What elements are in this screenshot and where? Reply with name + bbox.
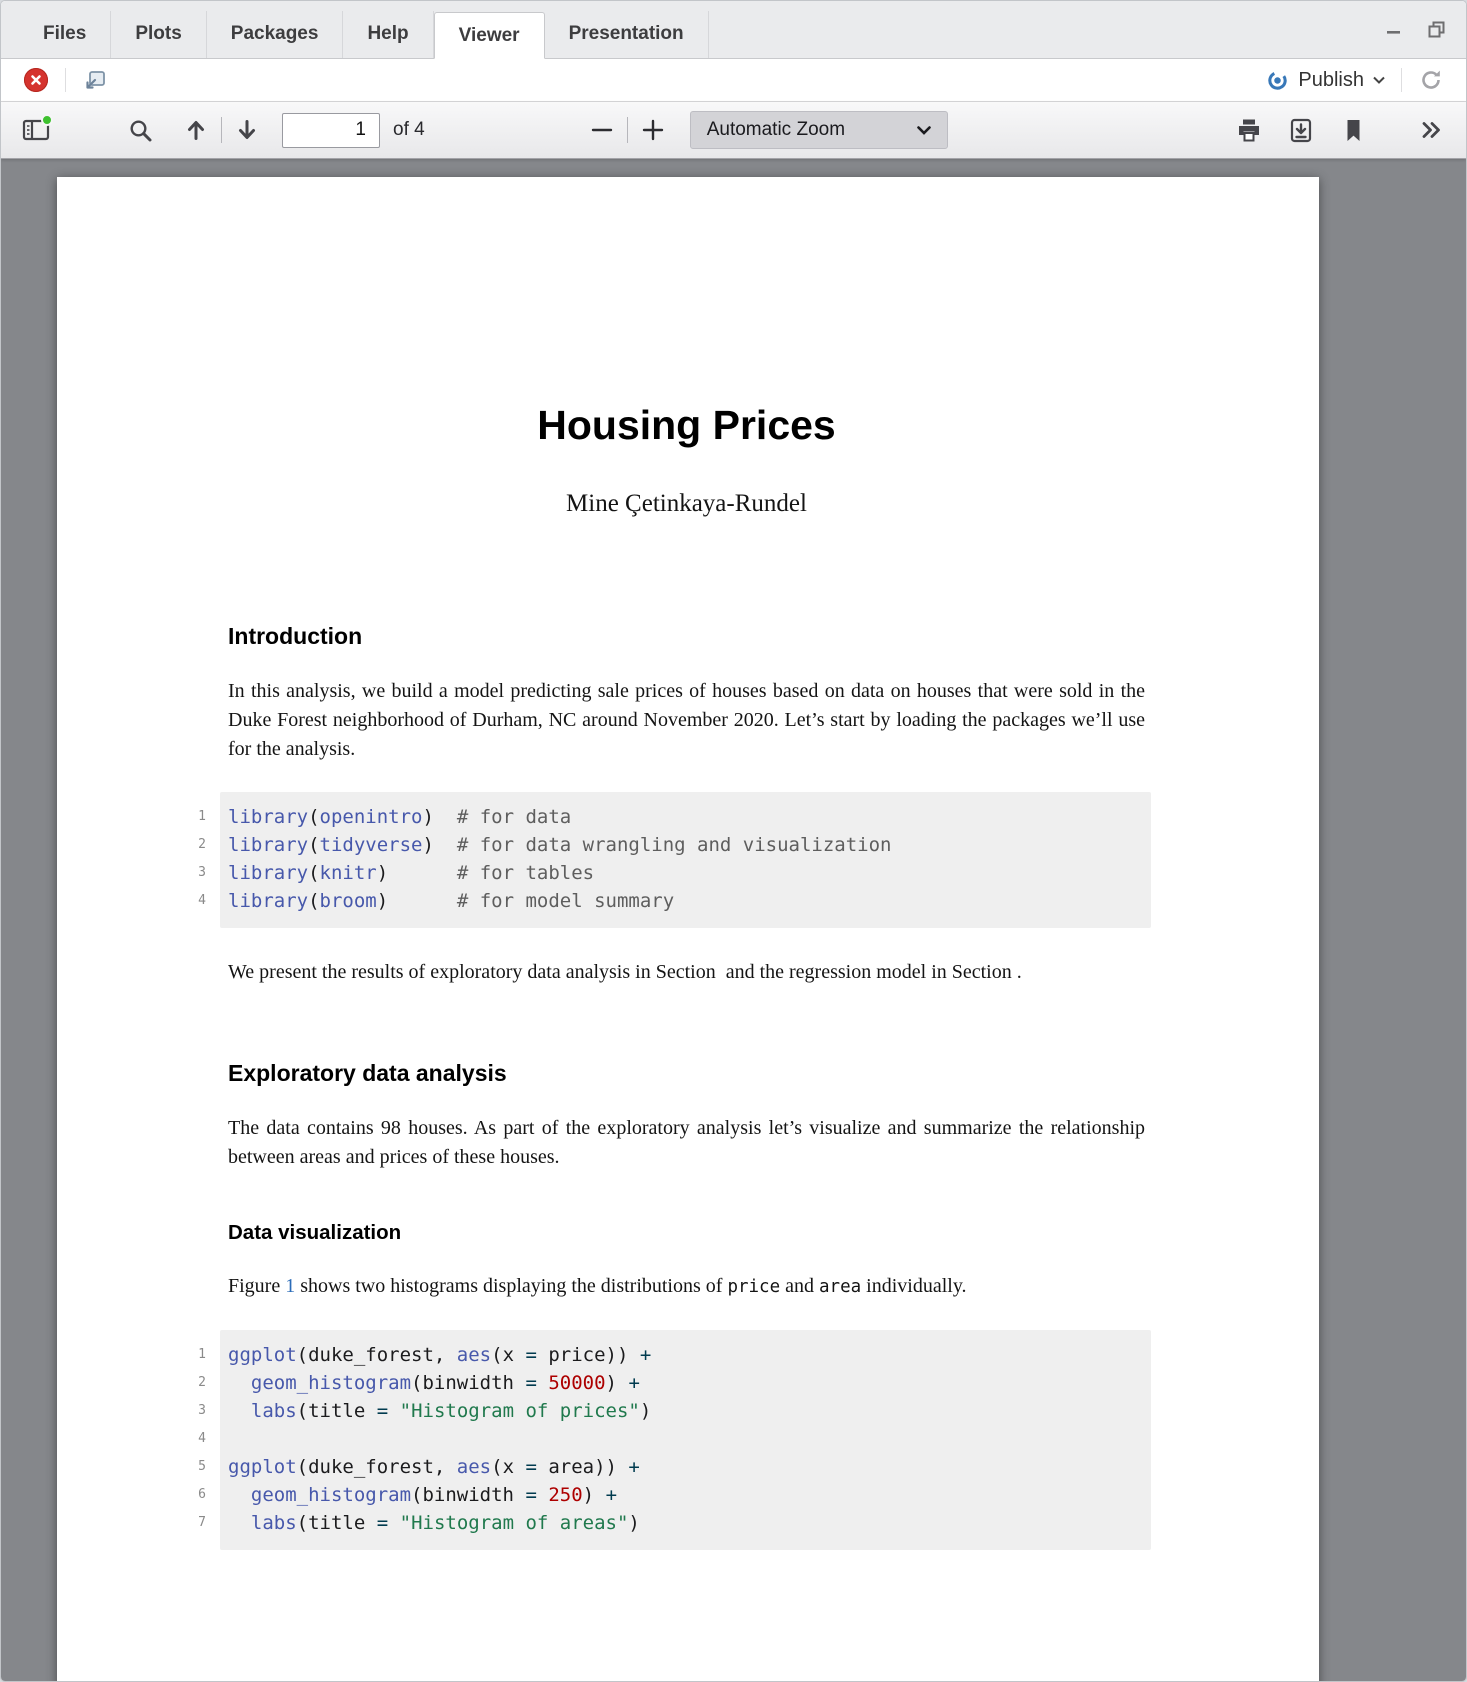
code-line: 7 labs(title = "Histogram of areas") bbox=[228, 1509, 1145, 1537]
up-arrow-icon bbox=[184, 118, 208, 142]
document-title: Housing Prices bbox=[228, 403, 1145, 448]
code-line: 3 labs(title = "Histogram of prices") bbox=[228, 1397, 1145, 1425]
publish-icon bbox=[1266, 69, 1289, 92]
section-heading: Exploratory data analysis bbox=[228, 1060, 1145, 1087]
maximize-button[interactable] bbox=[1424, 17, 1448, 41]
close-icon bbox=[24, 68, 48, 92]
sidebar-toggle-button[interactable] bbox=[17, 111, 55, 149]
publish-caret-icon bbox=[1373, 76, 1385, 84]
code-line: 4library(broom) # for model summary bbox=[228, 887, 1145, 915]
print-icon bbox=[1236, 118, 1262, 142]
paragraph: In this analysis, we build a model predi… bbox=[228, 677, 1145, 764]
subsection-heading: Data visualization bbox=[228, 1221, 1145, 1245]
paragraph: We present the results of exploratory da… bbox=[228, 958, 1145, 987]
toolbar-separator bbox=[65, 68, 66, 92]
code-block: 1library(openintro) # for data2library(t… bbox=[220, 792, 1151, 928]
bookmark-button[interactable] bbox=[1334, 111, 1372, 149]
code-line: 4 bbox=[228, 1425, 1145, 1453]
plus-icon bbox=[641, 118, 665, 142]
inline-code: price bbox=[727, 1277, 780, 1297]
next-page-button[interactable] bbox=[228, 111, 266, 149]
tab-presentation[interactable]: Presentation bbox=[545, 11, 709, 58]
pdf-toolbar-right bbox=[1230, 111, 1450, 149]
code-line-number: 3 bbox=[176, 1397, 206, 1425]
code-line-number: 2 bbox=[176, 1369, 206, 1397]
zoom-out-button[interactable] bbox=[583, 111, 621, 149]
down-arrow-icon bbox=[235, 118, 259, 142]
paragraph: The data contains 98 houses. As part of … bbox=[228, 1114, 1145, 1172]
window-controls bbox=[1382, 17, 1448, 41]
popout-button[interactable] bbox=[76, 61, 114, 99]
tab-files[interactable]: Files bbox=[19, 11, 111, 58]
toolbar-divider bbox=[221, 117, 222, 143]
section-heading: Introduction bbox=[228, 623, 1145, 650]
pane-tabs: FilesPlotsPackagesHelpViewerPresentation bbox=[19, 11, 709, 58]
find-button[interactable] bbox=[121, 111, 159, 149]
bookmark-icon bbox=[1344, 118, 1363, 143]
pdf-toolbar: of 4 Automatic Zoom bbox=[1, 102, 1466, 159]
page-count-label: of 4 bbox=[393, 119, 425, 141]
minimize-button[interactable] bbox=[1382, 17, 1406, 41]
rstudio-viewer-pane: FilesPlotsPackagesHelpViewerPresentation bbox=[0, 0, 1467, 1682]
viewer-toolbar: Publish bbox=[1, 59, 1466, 102]
code-line-number: 5 bbox=[176, 1453, 206, 1481]
zoom-level-select[interactable]: Automatic Zoom bbox=[690, 111, 948, 149]
code-line: 2 geom_histogram(binwidth = 50000) + bbox=[228, 1369, 1145, 1397]
tab-viewer[interactable]: Viewer bbox=[434, 12, 545, 59]
code-line: 2library(tidyverse) # for data wrangling… bbox=[228, 831, 1145, 859]
code-line: 1library(openintro) # for data bbox=[228, 803, 1145, 831]
code-line: 1ggplot(duke_forest, aes(x = price)) + bbox=[228, 1341, 1145, 1369]
tab-packages[interactable]: Packages bbox=[207, 11, 344, 58]
page-number-input[interactable] bbox=[282, 113, 380, 148]
maximize-icon bbox=[1426, 19, 1447, 40]
print-button[interactable] bbox=[1230, 111, 1268, 149]
tab-plots[interactable]: Plots bbox=[111, 11, 206, 58]
refresh-icon bbox=[1419, 68, 1443, 92]
toolbar-separator bbox=[1401, 68, 1402, 92]
zoom-in-button[interactable] bbox=[634, 111, 672, 149]
inline-code: area bbox=[819, 1277, 861, 1297]
paragraph: Figure 1 shows two histograms displaying… bbox=[228, 1272, 1145, 1302]
code-line-number: 3 bbox=[176, 859, 206, 887]
tab-help[interactable]: Help bbox=[343, 11, 433, 58]
code-line: 3library(knitr) # for tables bbox=[228, 859, 1145, 887]
download-button[interactable] bbox=[1282, 111, 1320, 149]
more-tools-button[interactable] bbox=[1412, 111, 1450, 149]
code-line-number: 7 bbox=[176, 1509, 206, 1537]
zoom-level-value: Automatic Zoom bbox=[707, 119, 845, 141]
popout-window-icon bbox=[83, 69, 107, 91]
viewer-toolbar-right: Publish bbox=[1260, 61, 1450, 99]
download-icon bbox=[1289, 118, 1313, 143]
clear-viewer-button[interactable] bbox=[17, 61, 55, 99]
code-line-number: 1 bbox=[176, 803, 206, 831]
code-line: 5ggplot(duke_forest, aes(x = area)) + bbox=[228, 1453, 1145, 1481]
code-line: 6 geom_histogram(binwidth = 250) + bbox=[228, 1481, 1145, 1509]
chevron-down-icon bbox=[917, 126, 931, 135]
refresh-button[interactable] bbox=[1412, 61, 1450, 99]
document-author: Mine Çetinkaya-Rundel bbox=[228, 490, 1145, 518]
publish-label: Publish bbox=[1298, 69, 1364, 92]
pdf-scroll-area[interactable]: Housing Prices Mine Çetinkaya-Rundel Intro… bbox=[1, 159, 1466, 1681]
toolbar-divider bbox=[627, 117, 628, 143]
minimize-icon bbox=[1384, 19, 1404, 39]
figure-ref-link[interactable]: 1 bbox=[285, 1275, 295, 1297]
pane-tabbar: FilesPlotsPackagesHelpViewerPresentation bbox=[1, 1, 1466, 59]
minus-icon bbox=[590, 118, 614, 142]
code-block: 1ggplot(duke_forest, aes(x = price)) +2 … bbox=[220, 1330, 1151, 1550]
code-line-number: 1 bbox=[176, 1341, 206, 1369]
code-line-number: 6 bbox=[176, 1481, 206, 1509]
pdf-page: Housing Prices Mine Çetinkaya-Rundel Intro… bbox=[57, 177, 1319, 1681]
search-icon bbox=[128, 118, 153, 143]
double-chevron-icon bbox=[1419, 119, 1443, 141]
code-line-number: 2 bbox=[176, 831, 206, 859]
previous-page-button[interactable] bbox=[177, 111, 215, 149]
code-line-number: 4 bbox=[176, 1425, 206, 1453]
publish-button[interactable]: Publish bbox=[1260, 69, 1391, 92]
notification-dot bbox=[41, 114, 53, 126]
code-line-number: 4 bbox=[176, 887, 206, 915]
